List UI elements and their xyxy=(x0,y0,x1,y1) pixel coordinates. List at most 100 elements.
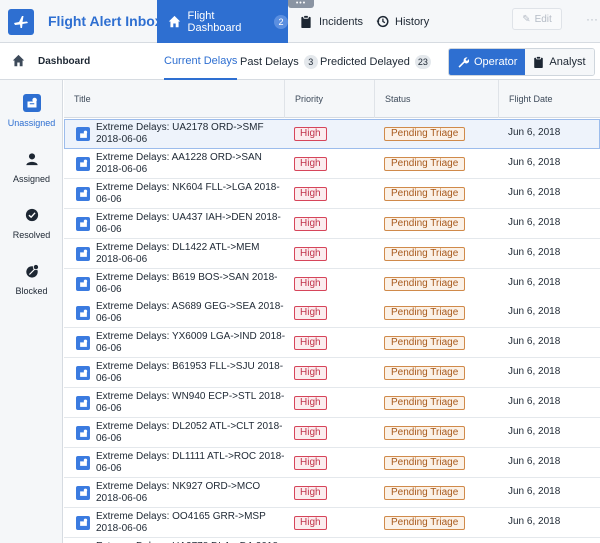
alert-item-icon xyxy=(76,336,90,351)
sidebar-item-label: Blocked xyxy=(15,286,48,296)
table-row[interactable]: Extreme Delays: DL1422 ATL->MEM 2018-06-… xyxy=(64,238,600,269)
flight-date: Jun 6, 2018 xyxy=(508,127,561,138)
table-row[interactable]: Extreme Delays: UA437 IAH->DEN 2018-06-0… xyxy=(64,208,600,239)
sidebar: Unassigned Assigned Resolved Blocked xyxy=(0,80,63,543)
status-badge: Pending Triage xyxy=(384,366,466,381)
status-badge: Pending Triage xyxy=(384,515,466,530)
row-title: Extreme Delays: DL1422 ATL->MEM 2018-06-… xyxy=(96,241,260,265)
table-row[interactable]: Extreme Delays: NK604 FLL->LGA 2018-06-0… xyxy=(64,178,600,209)
row-title: Extreme Delays: DL2052 ATL->CLT 2018-06-… xyxy=(96,421,283,444)
clipboard-icon xyxy=(298,14,314,30)
status-badge: Pending Triage xyxy=(384,276,466,291)
sidebar-item-label: Unassigned xyxy=(7,118,56,128)
priority-badge: High xyxy=(294,515,327,530)
tab-label: Predicted Delayed xyxy=(320,55,410,68)
flight-date: Jun 6, 2018 xyxy=(508,306,561,318)
flight-date: Jun 6, 2018 xyxy=(508,276,561,288)
table-row[interactable]: Extreme Delays: B619 BOS->SAN 2018-06-06… xyxy=(64,268,600,299)
row-title: Extreme Delays: NK604 FLL->LGA 2018-06-0… xyxy=(96,181,280,205)
wrench-icon xyxy=(457,56,469,68)
status-badge: Pending Triage xyxy=(384,336,466,351)
status-badge: Pending Triage xyxy=(384,127,466,141)
row-title: Extreme Delays: AA1228 ORD->SAN 2018-06-… xyxy=(96,151,262,175)
status-badge: Pending Triage xyxy=(384,246,466,261)
table-row[interactable]: Extreme Delays: WN940 ECP->STL 2018-06-0… xyxy=(64,388,600,419)
row-title: Extreme Delays: DL1111 ATL->ROC 2018-06-… xyxy=(96,450,285,474)
table-row[interactable]: Extreme Delays: OO4165 GRR->MSP 2018-06-… xyxy=(64,507,600,538)
table-row[interactable]: Extreme Delays: NK927 ORD->MCO 2018-06-0… xyxy=(64,477,600,508)
column-header-title[interactable]: Title xyxy=(64,80,284,118)
table-row[interactable]: Extreme Delays: YX6009 LGA->IND 2018-06-… xyxy=(64,328,600,359)
tab-flight-dashboard[interactable]: Flight Dashboard 2 xyxy=(157,0,288,43)
more-options-icon[interactable]: ··· xyxy=(586,12,598,26)
table-row[interactable]: Extreme Delays: B61953 FLL->SJU 2018-06-… xyxy=(64,358,600,389)
priority-badge: High xyxy=(294,485,327,500)
sidebar-item-resolved[interactable]: Resolved xyxy=(0,206,63,240)
row-title: Extreme Delays: UA2178 ORD->SMF 2018-06-… xyxy=(96,122,264,145)
tab-history[interactable]: History xyxy=(374,0,434,43)
status-badge: Pending Triage xyxy=(384,306,466,321)
home-icon[interactable] xyxy=(12,54,25,70)
column-header-flight-date[interactable]: Flight Date xyxy=(498,80,600,118)
priority-badge: High xyxy=(294,306,327,321)
priority-badge: High xyxy=(294,246,327,261)
tab-label: Flight Dashboard xyxy=(187,9,242,34)
status-badge: Pending Triage xyxy=(384,455,466,470)
pencil-icon: ✎ xyxy=(522,13,531,25)
row-title: Extreme Delays: WN940 ECP->STL 2018-06-0… xyxy=(96,391,285,415)
tab-label: Incidents xyxy=(319,15,364,28)
column-header-status[interactable]: Status xyxy=(374,80,498,118)
tab-predicted-delayed[interactable]: Predicted Delayed 23 xyxy=(320,43,431,80)
flight-date: Jun 6, 2018 xyxy=(508,455,561,467)
sub-bar: Dashboard Current Delays Past Delays 3 P… xyxy=(0,43,600,80)
status-badge: Pending Triage xyxy=(384,156,466,171)
alert-item-icon xyxy=(76,426,90,440)
table-row[interactable]: Extreme Delays: AS689 GEG->SEA 2018-06-0… xyxy=(64,298,600,329)
alert-item-icon xyxy=(76,515,90,530)
row-title: Extreme Delays: YX6009 LGA->IND 2018-06-… xyxy=(96,331,286,355)
tab-past-delays[interactable]: Past Delays 3 xyxy=(240,43,318,80)
row-title: Extreme Delays: B619 BOS->SAN 2018-06-06 xyxy=(96,271,278,295)
inbox-icon xyxy=(22,94,41,112)
alert-item-icon xyxy=(76,485,90,500)
breadcrumb[interactable]: Dashboard xyxy=(38,56,90,67)
tab-label: History xyxy=(395,15,430,28)
table-row[interactable]: Extreme Delays: DL2052 ATL->CLT 2018-06-… xyxy=(64,418,600,448)
flight-date: Jun 6, 2018 xyxy=(508,366,561,378)
history-icon xyxy=(374,14,390,30)
app-title: Flight Alert Inbox xyxy=(48,13,163,29)
flight-date: Jun 6, 2018 xyxy=(508,246,561,258)
operator-button[interactable]: Operator xyxy=(449,49,526,75)
column-header-priority[interactable]: Priority xyxy=(284,80,374,118)
table-row[interactable]: Extreme Delays: AA1228 ORD->SAN 2018-06-… xyxy=(64,148,600,179)
person-icon xyxy=(23,150,41,168)
table-row[interactable]: Extreme Delays: DL1111 ATL->ROC 2018-06-… xyxy=(64,447,600,478)
alert-item-icon xyxy=(76,276,90,291)
tab-incidents[interactable]: Incidents xyxy=(298,0,368,43)
alert-item-icon xyxy=(76,186,90,201)
tab-count-badge: 3 xyxy=(303,54,318,69)
row-title: Extreme Delays: NK927 ORD->MCO 2018-06-0… xyxy=(96,480,261,504)
row-title: Extreme Delays: OO4165 GRR->MSP 2018-06-… xyxy=(96,510,266,534)
status-badge: Pending Triage xyxy=(384,186,466,201)
sidebar-item-assigned[interactable]: Assigned xyxy=(0,150,63,184)
table-header: Title Priority Status Flight Date xyxy=(64,80,600,118)
role-label: Analyst xyxy=(549,56,586,68)
status-badge: Pending Triage xyxy=(384,216,466,231)
flight-date: Jun 6, 2018 xyxy=(508,156,561,168)
delays-table: Title Priority Status Flight Date Extrem… xyxy=(64,80,600,543)
table-row[interactable]: Extreme Delays: UA2778 DLA->DA 2018 xyxy=(64,537,600,543)
sidebar-item-unassigned[interactable]: Unassigned xyxy=(0,94,63,128)
priority-badge: High xyxy=(294,156,327,171)
flight-date: Jun 6, 2018 xyxy=(508,336,561,348)
flight-date: Jun 6, 2018 xyxy=(508,396,561,408)
analyst-button[interactable]: Analyst xyxy=(525,49,594,75)
edit-button[interactable]: ✎ Edit xyxy=(512,8,562,30)
tab-label: Current Delays xyxy=(164,54,238,67)
tab-current-delays[interactable]: Current Delays xyxy=(164,43,238,80)
table-row[interactable]: Extreme Delays: UA2178 ORD->SMF 2018-06-… xyxy=(64,119,600,149)
priority-badge: High xyxy=(294,186,327,201)
sidebar-item-blocked[interactable]: Blocked xyxy=(0,262,63,296)
row-title: Extreme Delays: B61953 FLL->SJU 2018-06-… xyxy=(96,361,284,385)
home-icon xyxy=(167,14,183,30)
